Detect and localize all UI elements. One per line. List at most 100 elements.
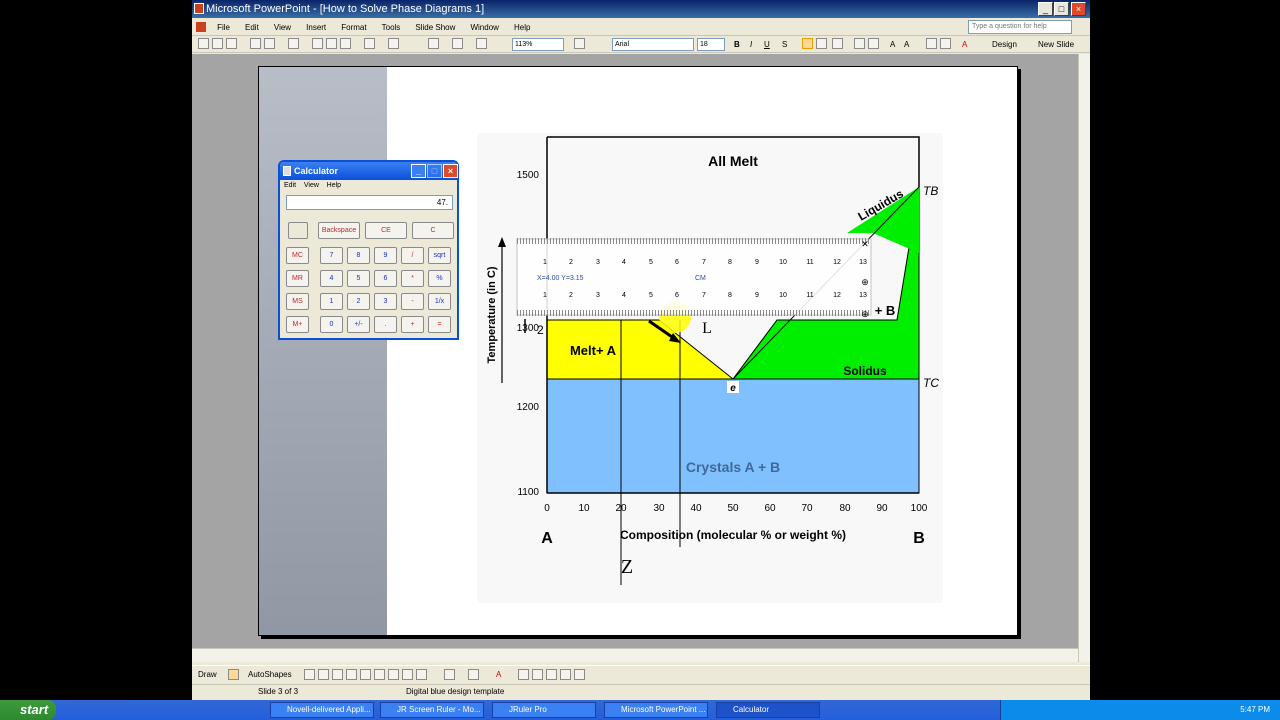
calc-menu-edit[interactable]: Edit (284, 182, 296, 189)
menu-format[interactable]: Format (335, 19, 372, 37)
task-jruler-pro[interactable]: JRuler Pro (492, 702, 596, 718)
bullets-icon[interactable] (868, 38, 879, 49)
key-0[interactable]: 0 (320, 316, 343, 333)
mr-button[interactable]: MR (286, 270, 309, 287)
align-left-icon[interactable] (802, 38, 813, 49)
equals-button[interactable]: = (428, 316, 451, 333)
print-icon[interactable] (250, 38, 261, 49)
start-button[interactable]: start (0, 700, 56, 720)
screen-ruler[interactable]: 1 2 3 4 5 6 7 8 9 10 11 12 13 X=4.00 Y=3… (516, 238, 872, 319)
bold-button[interactable]: B (734, 38, 740, 51)
draw-menu[interactable]: Draw (198, 668, 217, 681)
underline-button[interactable]: U (764, 38, 770, 51)
align-right-icon[interactable] (832, 38, 843, 49)
c-button[interactable]: C (412, 222, 454, 239)
clipart-icon[interactable] (402, 669, 413, 680)
task-jr-screen-ruler[interactable]: JR Screen Ruler - Mo... (380, 702, 484, 718)
key-8[interactable]: 8 (347, 247, 370, 264)
key-7[interactable]: 7 (320, 247, 343, 264)
divide-button[interactable]: / (401, 247, 424, 264)
save-icon[interactable] (226, 38, 237, 49)
close-button[interactable]: × (1071, 2, 1086, 16)
font-size-select[interactable]: 18 (697, 38, 725, 51)
task-powerpoint[interactable]: Microsoft PowerPoint ... (604, 702, 708, 718)
new-icon[interactable] (198, 38, 209, 49)
font-color-icon[interactable]: A (962, 38, 967, 51)
backspace-button[interactable]: Backspace (318, 222, 360, 239)
arrow-style-icon[interactable] (546, 669, 557, 680)
calc-menu-help[interactable]: Help (327, 182, 341, 189)
decrease-indent-icon[interactable] (926, 38, 937, 49)
cut-icon[interactable] (312, 38, 323, 49)
new-slide-button[interactable]: New Slide (1038, 38, 1074, 51)
reciprocal-button[interactable]: 1/x (428, 293, 451, 310)
numbering-icon[interactable] (854, 38, 865, 49)
menu-insert[interactable]: Insert (300, 19, 332, 37)
minimize-button[interactable]: _ (1038, 2, 1053, 16)
menu-window[interactable]: Window (464, 19, 504, 37)
redo-icon[interactable] (388, 38, 399, 49)
calc-close-button[interactable]: × (443, 164, 458, 178)
table-icon[interactable] (452, 38, 463, 49)
vertical-scrollbar[interactable] (1078, 54, 1090, 662)
maximize-button[interactable]: □ (1054, 2, 1069, 16)
design-button[interactable]: Design (992, 38, 1017, 51)
calc-minimize-button[interactable]: _ (411, 164, 426, 178)
key-5[interactable]: 5 (347, 270, 370, 287)
line-style-icon[interactable] (518, 669, 529, 680)
key-4[interactable]: 4 (320, 270, 343, 287)
horizontal-scrollbar[interactable] (192, 648, 1078, 662)
shadow-button[interactable]: S (782, 38, 787, 51)
spelling-icon[interactable] (288, 38, 299, 49)
open-icon[interactable] (212, 38, 223, 49)
ce-button[interactable]: CE (365, 222, 407, 239)
multiply-button[interactable]: * (401, 270, 424, 287)
oval-tool-icon[interactable] (346, 669, 357, 680)
menu-view[interactable]: View (268, 19, 297, 37)
rectangle-tool-icon[interactable] (332, 669, 343, 680)
paste-icon[interactable] (340, 38, 351, 49)
undo-icon[interactable] (364, 38, 375, 49)
copy-icon[interactable] (326, 38, 337, 49)
calc-menu-view[interactable]: View (304, 182, 319, 189)
key-1[interactable]: 1 (320, 293, 343, 310)
dash-style-icon[interactable] (532, 669, 543, 680)
add-button[interactable]: + (401, 316, 424, 333)
m-plus-button[interactable]: M+ (286, 316, 309, 333)
mc-button[interactable]: MC (286, 247, 309, 264)
text-color-icon[interactable]: A (496, 668, 501, 681)
key-3[interactable]: 3 (374, 293, 397, 310)
sqrt-button[interactable]: sqrt (428, 247, 451, 264)
line-color-icon[interactable] (468, 669, 479, 680)
ms-button[interactable]: MS (286, 293, 309, 310)
diagram-icon[interactable] (388, 669, 399, 680)
percent-button[interactable]: % (428, 270, 451, 287)
italic-button[interactable]: I (750, 38, 752, 51)
arrow-tool-icon[interactable] (318, 669, 329, 680)
3d-style-icon[interactable] (574, 669, 585, 680)
select-objects-icon[interactable] (228, 669, 239, 680)
font-select[interactable]: Arial (612, 38, 694, 51)
textbox-tool-icon[interactable] (360, 669, 371, 680)
increase-indent-icon[interactable] (940, 38, 951, 49)
ruler-resize-icon[interactable]: ⊕ (861, 309, 869, 319)
print-preview-icon[interactable] (264, 38, 275, 49)
menu-edit[interactable]: Edit (239, 19, 265, 37)
grid-icon[interactable] (476, 38, 487, 49)
sign-button[interactable]: +/- (347, 316, 370, 333)
help-icon[interactable] (574, 38, 585, 49)
ruler-move-icon[interactable]: ⊕ (861, 277, 869, 287)
key-6[interactable]: 6 (374, 270, 397, 287)
key-9[interactable]: 9 (374, 247, 397, 264)
help-search-input[interactable]: Type a question for help (968, 20, 1072, 34)
calculator-title-bar[interactable]: Calculator _ □ × (280, 162, 458, 180)
menu-slide-show[interactable]: Slide Show (409, 19, 461, 37)
chart-icon[interactable] (428, 38, 439, 49)
autoshapes-menu[interactable]: AutoShapes (248, 668, 292, 681)
line-tool-icon[interactable] (304, 669, 315, 680)
picture-icon[interactable] (416, 669, 427, 680)
increase-font-icon[interactable]: A (890, 38, 895, 51)
shadow-style-icon[interactable] (560, 669, 571, 680)
wordart-icon[interactable] (374, 669, 385, 680)
subtract-button[interactable]: - (401, 293, 424, 310)
